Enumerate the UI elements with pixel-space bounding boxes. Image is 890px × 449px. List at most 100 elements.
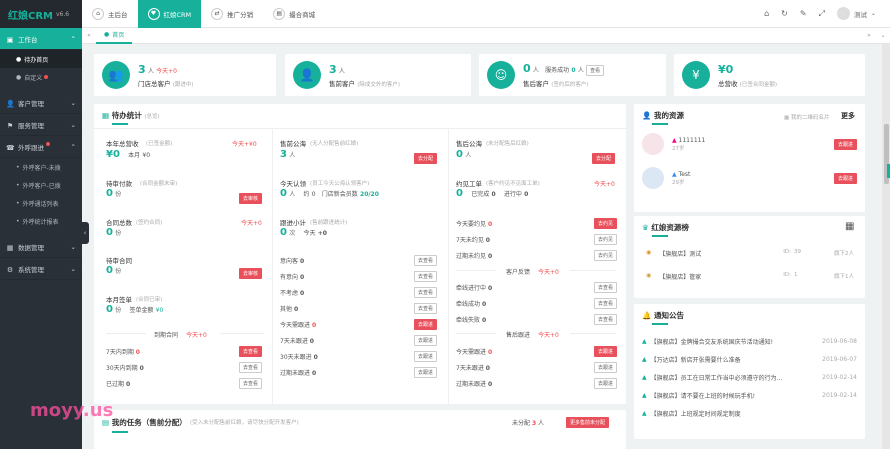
sidebar-group-system[interactable]: ⚙ 系统管理 ⌄ bbox=[0, 258, 82, 280]
follow-resource-button[interactable]: 去跟进 bbox=[833, 172, 857, 184]
notice-item[interactable]: ▲ 【万达店】新店开张需要什么准备 2019-06-07 bbox=[642, 352, 857, 366]
feedback-row: 牵线失败 0 bbox=[456, 317, 487, 324]
follow-row: 7天未跟进 0 bbox=[280, 338, 314, 345]
more-unassigned-button[interactable]: 更多售前未分配 bbox=[566, 417, 610, 428]
view-other-button[interactable]: 去查看 bbox=[414, 303, 438, 314]
sidebar-group-call[interactable]: ☎ 外呼跟进 ⌃ bbox=[0, 136, 82, 158]
tasks-title: ▤ 我的任务（售前分配） bbox=[102, 418, 187, 427]
ranking-row: ◉ 【旗舰店】测试 ID: 39 旗下2人 bbox=[646, 249, 854, 258]
share-icon: ⇄ bbox=[211, 7, 224, 20]
chevron-down-icon: ⌄ bbox=[70, 120, 76, 129]
crumb-home[interactable]: ● 首页 bbox=[96, 28, 133, 44]
tab-crm[interactable]: ♥ 红娘CRM bbox=[137, 0, 202, 28]
sidebar-item-todo-home[interactable]: ● 待办首页 bbox=[0, 50, 82, 68]
chevron-left-icon[interactable]: « bbox=[82, 32, 96, 39]
fullscreen-icon[interactable]: ⤢ bbox=[819, 9, 825, 19]
qr-icon: ▦ bbox=[784, 115, 790, 121]
follow-row: 30天未跟进 0 bbox=[280, 354, 318, 361]
sidebar-group-customer[interactable]: 👤 客户管理 ⌄ bbox=[0, 92, 82, 114]
after-follow-today-button[interactable]: 去跟进 bbox=[594, 346, 618, 357]
tab-main-backend[interactable]: ⌂ 主后台 bbox=[82, 0, 138, 28]
my-tasks-card: ▤ 我的任务（售前分配） (受入未分配售前红娘，请尽快分配开发客户) 未分配 3… bbox=[94, 410, 626, 449]
stat-card-total-customers: 👥 3 人 今天+0 门店总客户 (跟进中) bbox=[94, 54, 276, 96]
feedback-row: 牵线进行中 0 bbox=[456, 285, 493, 292]
view-due-7days-button[interactable]: 去查看 bbox=[239, 346, 263, 357]
sidebar-group-workbench[interactable]: ▣ 工作台 ⌃ bbox=[0, 28, 82, 50]
notice-item[interactable]: ▲ 【旗舰店】上班规定时间规定制度 bbox=[642, 406, 857, 420]
shop-icon: ▤ bbox=[273, 7, 286, 20]
sidebar-item-call-list[interactable]: • 外呼通话列表 bbox=[0, 194, 82, 212]
todo-title: ▦ 待办统计 (总览) bbox=[102, 111, 160, 120]
follow-row: 今天需跟进 0 bbox=[280, 322, 317, 329]
follow-7days-button[interactable]: 去跟进 bbox=[414, 335, 438, 346]
chevron-up-icon: ⌃ bbox=[70, 34, 76, 43]
view-intent-button[interactable]: 去查看 bbox=[414, 255, 438, 266]
tab-mall[interactable]: ▤ 撮合商城 bbox=[263, 0, 325, 28]
meet-7days-button[interactable]: 去约见 bbox=[594, 234, 618, 245]
tree-icon: ▲ bbox=[642, 391, 647, 399]
due-row: 30天内到期 0 bbox=[106, 365, 144, 372]
sidebar-item-call-dialed[interactable]: • 外呼客户-已拨 bbox=[0, 176, 82, 194]
qr-icon[interactable]: ▦ bbox=[845, 221, 854, 232]
calendar-icon: ▦ bbox=[102, 111, 110, 120]
meet-today-button[interactable]: 去约见 bbox=[594, 218, 618, 229]
home-icon[interactable]: ⌂ bbox=[764, 9, 769, 18]
due-row: 7天内到期 0 bbox=[106, 349, 140, 356]
view-match-fail-button[interactable]: 去查看 bbox=[594, 314, 618, 325]
assign-aftersale-button[interactable]: 去分配 bbox=[592, 153, 616, 164]
resources-title: 👤 我的资源 bbox=[642, 111, 684, 120]
user-icon: 👤 bbox=[642, 111, 652, 120]
review-payment-button[interactable]: 去审核 bbox=[239, 193, 263, 204]
sidebar-group-data[interactable]: ▦ 数据管理 ⌄ bbox=[0, 236, 82, 258]
refresh-icon[interactable]: ↻ bbox=[781, 9, 788, 18]
follow-expired-button[interactable]: 去跟进 bbox=[414, 367, 438, 378]
watermark: moyy.us bbox=[30, 400, 114, 421]
more-resources-link[interactable]: 更多 bbox=[841, 111, 855, 121]
tab-strip: « ● 首页 » ⌄ bbox=[82, 28, 890, 44]
follow-today-button[interactable]: 去跟进 bbox=[414, 319, 438, 330]
follow-resource-button[interactable]: 去跟进 bbox=[833, 138, 857, 150]
view-not-considered-button[interactable]: 去查看 bbox=[414, 287, 438, 298]
after-follow-expired-button[interactable]: 去跟进 bbox=[594, 378, 618, 389]
sidebar-item-custom[interactable]: ● 自定义 bbox=[0, 68, 82, 86]
sidebar-item-call-undialed[interactable]: • 外呼客户-未拨 bbox=[0, 158, 82, 176]
notice-item[interactable]: ▲ 【旗舰店】请不要在上班的时候玩手机! 2019-02-14 bbox=[642, 388, 857, 402]
tree-icon: ▲ bbox=[642, 355, 647, 363]
assign-presale-button[interactable]: 去分配 bbox=[414, 153, 438, 164]
yen-icon: ¥ bbox=[682, 61, 710, 89]
todo-stats-card: ▦ 待办统计 (总览) 本年总营收 (已签金额) 今天+¥0 ¥0 本月 ¥0 … bbox=[94, 104, 626, 404]
clear-cache-icon[interactable]: ✎ bbox=[800, 9, 807, 18]
follow-30days-button[interactable]: 去跟进 bbox=[414, 351, 438, 362]
notice-item[interactable]: ▲ 【旗舰店】金牌撮合交友系统国庆节活动通知! 2019-06-08 bbox=[642, 334, 857, 348]
chevron-down-icon[interactable]: ⌄ bbox=[876, 32, 890, 39]
chevron-up-icon: ⌃ bbox=[70, 142, 76, 151]
resource-item[interactable]: ▲ 1111111 27岁 去跟进 bbox=[642, 132, 857, 156]
app-logo[interactable]: 红娘CRM v6.6 bbox=[0, 0, 82, 28]
feedback-row: 牵线成功 0 bbox=[456, 301, 487, 308]
view-interested-button[interactable]: 去查看 bbox=[414, 271, 438, 282]
chevron-down-icon: ⌄ bbox=[70, 98, 76, 107]
view-matching-button[interactable]: 去查看 bbox=[594, 282, 618, 293]
chevron-right-icon[interactable]: » bbox=[862, 32, 876, 39]
customer-service-icon: ☺ bbox=[487, 61, 515, 89]
tree-icon: ▲ bbox=[642, 373, 647, 381]
review-contract-button[interactable]: 去审核 bbox=[239, 268, 263, 279]
qr-card-link[interactable]: ▦ 我的二维码名片 bbox=[784, 113, 829, 121]
tree-icon: ▲ bbox=[642, 409, 647, 417]
page-scrollbar[interactable] bbox=[882, 44, 890, 449]
meet-expired-button[interactable]: 去约见 bbox=[594, 250, 618, 261]
follow-row: 意向客 0 bbox=[280, 258, 305, 265]
heart-icon: ♥ bbox=[147, 7, 160, 20]
resource-item[interactable]: ▲ Test 29岁 去跟进 bbox=[642, 166, 857, 190]
sidebar-group-service[interactable]: ⚑ 服务管理 ⌄ bbox=[0, 114, 82, 136]
view-match-success-button[interactable]: 去查看 bbox=[594, 298, 618, 309]
after-follow-7days-button[interactable]: 去跟进 bbox=[594, 362, 618, 373]
tab-promotion[interactable]: ⇄ 推广分销 bbox=[201, 0, 263, 28]
view-button[interactable]: 查看 bbox=[586, 65, 605, 76]
view-expired-button[interactable]: 去查看 bbox=[239, 378, 263, 389]
notice-item[interactable]: ▲ 【旗舰店】员工在日常工作当中必须遵守的行为... 2019-02-14 bbox=[642, 370, 857, 384]
view-due-30days-button[interactable]: 去查看 bbox=[239, 362, 263, 373]
avatar bbox=[642, 167, 664, 189]
user-menu[interactable]: 测试 ⌄ bbox=[836, 7, 876, 20]
sidebar-item-call-stats[interactable]: • 外呼统计报表 bbox=[0, 212, 82, 230]
